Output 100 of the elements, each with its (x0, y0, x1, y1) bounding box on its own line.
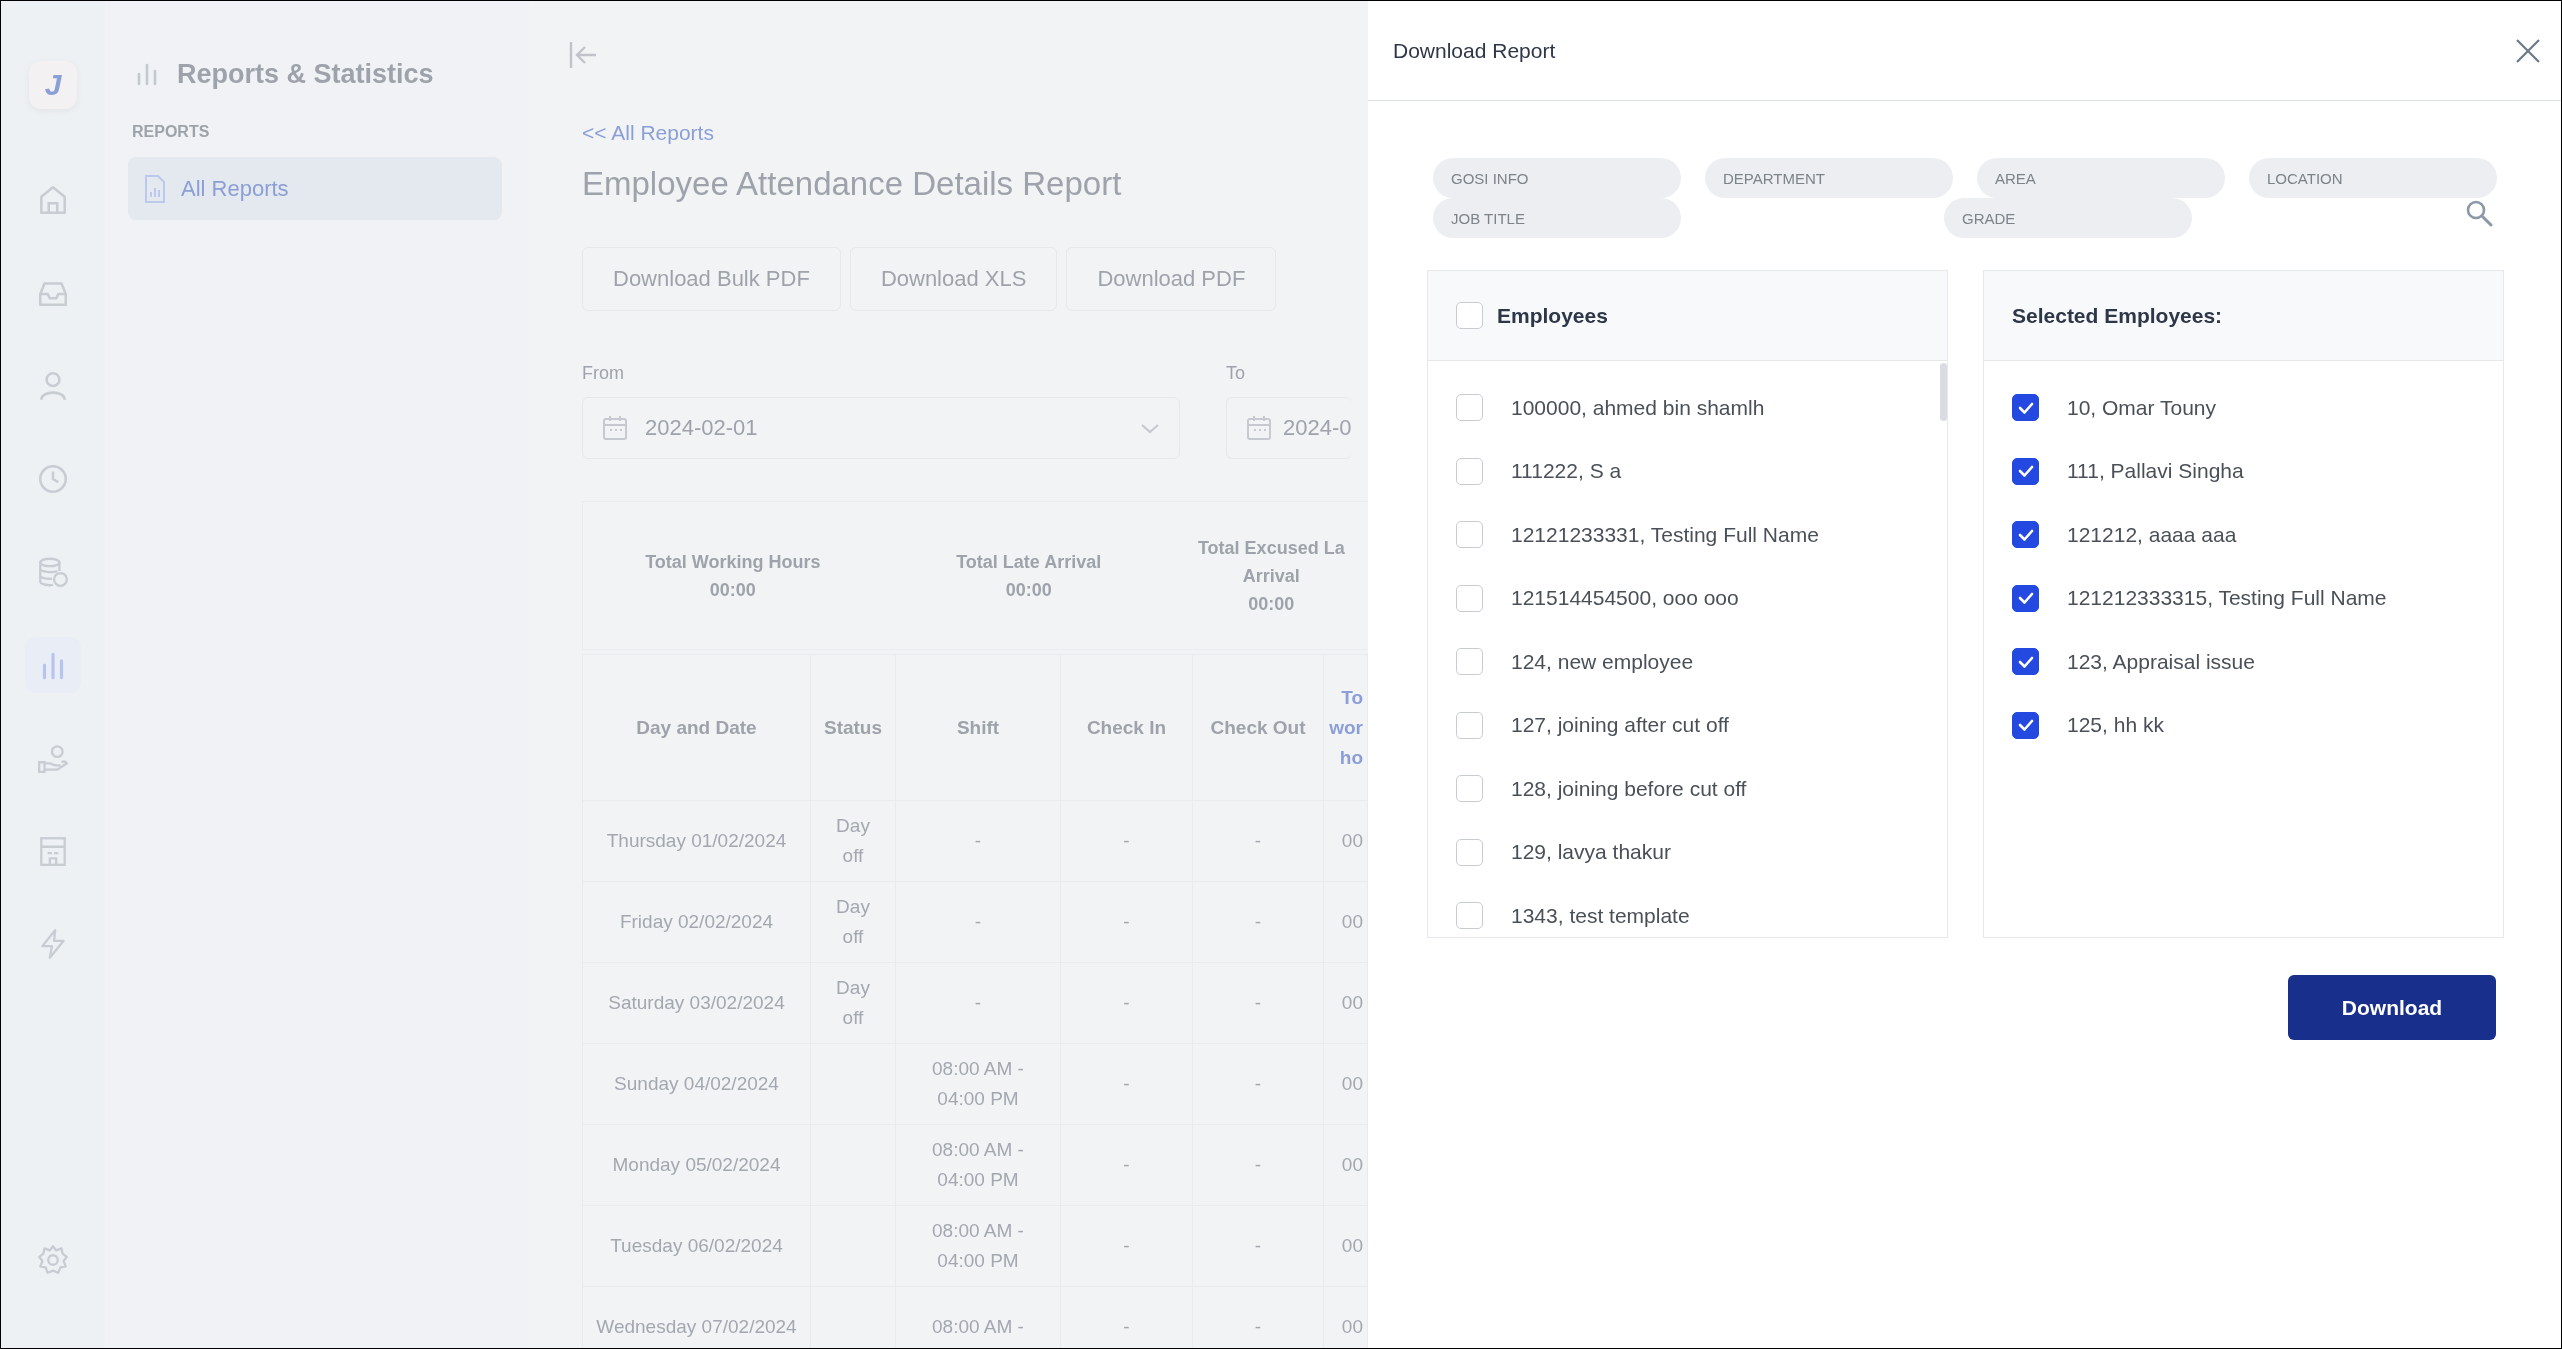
date-field[interactable]: 2024-02-01 (582, 397, 1180, 459)
employee-name: 100000, ahmed bin shamlh (1511, 395, 1765, 420)
employee-name: 123, Appraisal issue (2067, 649, 2255, 674)
table-cell: 08:00 AM - 04:00 PM (932, 1220, 1024, 1271)
employee-name: 111222, S a (1511, 459, 1622, 484)
summary-label: Total Working Hours (644, 550, 822, 574)
table-cell: Day off (836, 896, 870, 947)
table-cell: - (1123, 992, 1130, 1013)
download-button[interactable]: Download PDF (1066, 247, 1277, 311)
check-icon (2018, 656, 2033, 668)
checkbox[interactable] (2012, 584, 2039, 612)
column-header: Status (810, 654, 896, 801)
calendar-icon (601, 414, 629, 442)
summary-label: Total Excused La Arrival (1196, 536, 1346, 588)
filter-field[interactable]: GRADE (1944, 198, 2192, 238)
column-header: Check In (1060, 654, 1193, 801)
table-cell: 08:00 AM - 04:00 PM (932, 1058, 1024, 1109)
table-cell: 00 (1341, 1154, 1363, 1175)
table-cell: 00 (1341, 1316, 1363, 1337)
clock-icon (36, 462, 70, 496)
app-logo[interactable]: J (29, 61, 77, 109)
table-cell: - (1123, 1073, 1130, 1094)
column-header: Shift (895, 654, 1061, 801)
report-icon (143, 173, 167, 204)
field-label: From (582, 363, 625, 384)
table-cell: 08:00 AM - 04:00 PM (932, 1139, 1024, 1190)
settings-icon (36, 1243, 70, 1277)
checkbox[interactable] (2012, 648, 2039, 676)
employee-name: 129, lavya thakur (1511, 840, 1671, 865)
table-cell: - (974, 830, 982, 851)
table-cell: - (1254, 992, 1262, 1013)
employee-name: 121212, aaaa aaa (2067, 522, 2237, 547)
summary-value: 00:00 (1247, 592, 1296, 616)
check-icon (2018, 592, 2033, 605)
check-icon (2018, 529, 2033, 541)
table-cell: - (1254, 1235, 1262, 1256)
checkbox[interactable] (2012, 711, 2039, 739)
dialog-title: Download Report (1393, 38, 1556, 63)
table-cell: - (1254, 830, 1262, 851)
check-icon (2018, 402, 2033, 414)
bar-chart-icon (135, 62, 159, 87)
search-icon (2465, 199, 2493, 227)
table-cell: 00 (1341, 1235, 1363, 1256)
employee-name: 111, Pallavi Singha (2067, 459, 2244, 484)
summary-value: 00:00 (708, 578, 757, 602)
list-title: Employees (1497, 303, 1608, 328)
checkbox[interactable] (2012, 521, 2039, 549)
table-cell: Sunday 04/02/2024 (614, 1073, 779, 1094)
scrollbar[interactable] (1940, 363, 1947, 421)
column-header: Day and Date (582, 654, 811, 801)
download-button[interactable]: Download Bulk PDF (582, 247, 841, 311)
column-header: Check Out (1192, 654, 1324, 801)
download-button[interactable]: Download (2288, 975, 2496, 1040)
table-cell: Thursday 01/02/2024 (606, 830, 787, 851)
table-cell: 00 (1341, 830, 1363, 851)
employee-name: 124, new employee (1511, 649, 1694, 674)
filter-field[interactable]: AREA (1977, 158, 2225, 198)
employee-name: 121514454500, ooo ooo (1511, 586, 1739, 611)
employee-name: 128, joining before cut off (1511, 776, 1747, 801)
table-cell: Saturday 03/02/2024 (608, 992, 785, 1013)
summary-label: Total Late Arrival (955, 550, 1103, 574)
table-cell: - (1254, 1073, 1262, 1094)
table-cell: 08:00 AM - (932, 1316, 1024, 1337)
table-cell: Wednesday 07/02/2024 (596, 1316, 797, 1337)
table-cell: - (1254, 1316, 1262, 1337)
employee-name: 1343, test template (1511, 903, 1690, 928)
table-cell: - (1254, 1154, 1262, 1175)
filter-field[interactable]: JOB TITLE (1433, 198, 1681, 238)
filter-field[interactable]: GOSI INFO (1433, 158, 1681, 198)
table-cell: - (1123, 1316, 1130, 1337)
filter-field[interactable]: DEPARTMENT (1705, 158, 1953, 198)
checkbox[interactable] (2012, 394, 2039, 422)
table-cell: Monday 05/02/2024 (612, 1154, 781, 1175)
list-title: Selected Employees: (2012, 303, 2223, 328)
sidebar-title: Reports & Statistics (177, 59, 434, 90)
section-label: REPORTS (132, 123, 211, 141)
page-title: Employee Attendance Details Report (582, 165, 1123, 203)
close-icon (2515, 37, 2541, 64)
table-cell: Friday 02/02/2024 (619, 911, 774, 932)
nav-item[interactable] (25, 637, 81, 693)
date-field[interactable]: 2024-0 (1226, 397, 1352, 459)
database-icon (36, 555, 70, 589)
table-cell: - (1254, 911, 1262, 932)
download-button[interactable]: Download XLS (849, 247, 1058, 311)
column-header: To wor ho (1323, 654, 1368, 801)
select-all-checkbox[interactable] (1456, 302, 1483, 329)
employee-name: 121212333315, Testing Full Name (2067, 586, 2387, 611)
table-cell: - (1123, 1235, 1130, 1256)
checkbox[interactable] (2012, 457, 2039, 485)
sidebar-item[interactable]: All Reports (128, 157, 502, 220)
employee-name: 125, hh kk (2067, 713, 2164, 738)
check-icon (2018, 465, 2033, 478)
summary-value: 00:00 (1004, 578, 1053, 602)
back-link[interactable]: << All Reports (582, 121, 1368, 145)
table-cell: Day off (836, 815, 870, 866)
filter-field[interactable]: LOCATION (2249, 158, 2497, 198)
table-cell: - (1123, 830, 1130, 851)
table-cell: Tuesday 06/02/2024 (610, 1235, 783, 1256)
table-cell: Day off (836, 977, 870, 1028)
employee-name: 10, Omar Touny (2067, 395, 2217, 420)
